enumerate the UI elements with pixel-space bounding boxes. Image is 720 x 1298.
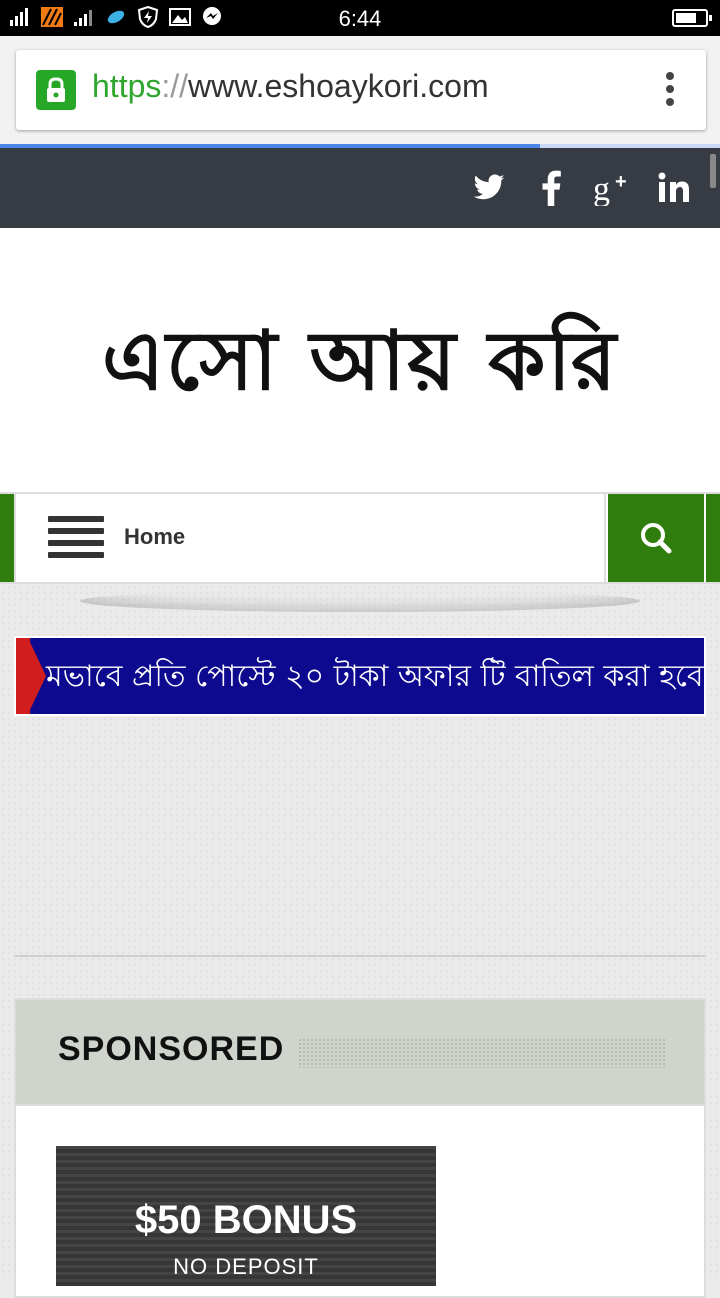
lock-icon[interactable]	[36, 70, 76, 110]
twitter-icon[interactable]	[464, 164, 514, 212]
svg-text:g: g	[593, 171, 610, 206]
ticker-arrow-icon	[28, 638, 46, 714]
browser-toolbar: https://www.eshoaykori.com	[0, 36, 720, 146]
site-header: এসো আয় করি	[0, 228, 720, 492]
svg-text:+: +	[615, 171, 627, 193]
sponsored-title: SPONSORED	[58, 1030, 285, 1068]
section-divider	[14, 955, 706, 957]
sponsored-widget: SPONSORED $50 BONUS NO DEPOSIT	[14, 998, 706, 1298]
address-bar[interactable]: https://www.eshoaykori.com	[16, 50, 706, 130]
header-dot-pattern	[298, 1038, 666, 1068]
battery-icon	[672, 9, 712, 27]
nav-right-accent	[706, 494, 720, 582]
hamburger-menu-icon[interactable]	[48, 516, 104, 562]
main-nav: Home	[0, 492, 720, 584]
nav-menu-bar: Home	[14, 494, 606, 582]
ad-headline: $50 BONUS	[134, 1198, 358, 1242]
site-logo[interactable]: এসো আয় করি	[0, 298, 720, 435]
status-bar: 6:44	[0, 0, 720, 36]
news-ticker[interactable]: মভাবে প্রতি পোস্টে ২০ টাকা অফার টি বাতিল…	[14, 636, 706, 716]
ad-subline: NO DEPOSIT	[173, 1254, 319, 1279]
linkedin-icon[interactable]	[650, 164, 700, 212]
status-time: 6:44	[338, 6, 382, 31]
sponsored-header: SPONSORED	[16, 1000, 704, 1106]
social-bar: g +	[0, 148, 720, 228]
overflow-menu-icon[interactable]	[664, 72, 676, 110]
ticker-text[interactable]: মভাবে প্রতি পোস্টে ২০ টাকা অফার টি বাতিল…	[46, 652, 704, 703]
url-scheme: https	[92, 68, 162, 104]
search-icon	[641, 523, 672, 554]
scrollbar-thumb[interactable]	[710, 154, 716, 188]
url-text[interactable]: https://www.eshoaykori.com	[92, 68, 489, 105]
nav-left-accent	[0, 494, 14, 582]
nav-home-link[interactable]: Home	[124, 524, 185, 550]
ad-banner[interactable]: $50 BONUS NO DEPOSIT	[56, 1146, 436, 1286]
facebook-icon[interactable]	[526, 164, 576, 212]
search-button[interactable]	[608, 494, 704, 582]
nav-shadow	[80, 590, 640, 612]
url-host: www.eshoaykori.com	[188, 68, 489, 104]
google-plus-icon[interactable]: g +	[588, 164, 638, 212]
url-separator: ://	[161, 68, 189, 104]
